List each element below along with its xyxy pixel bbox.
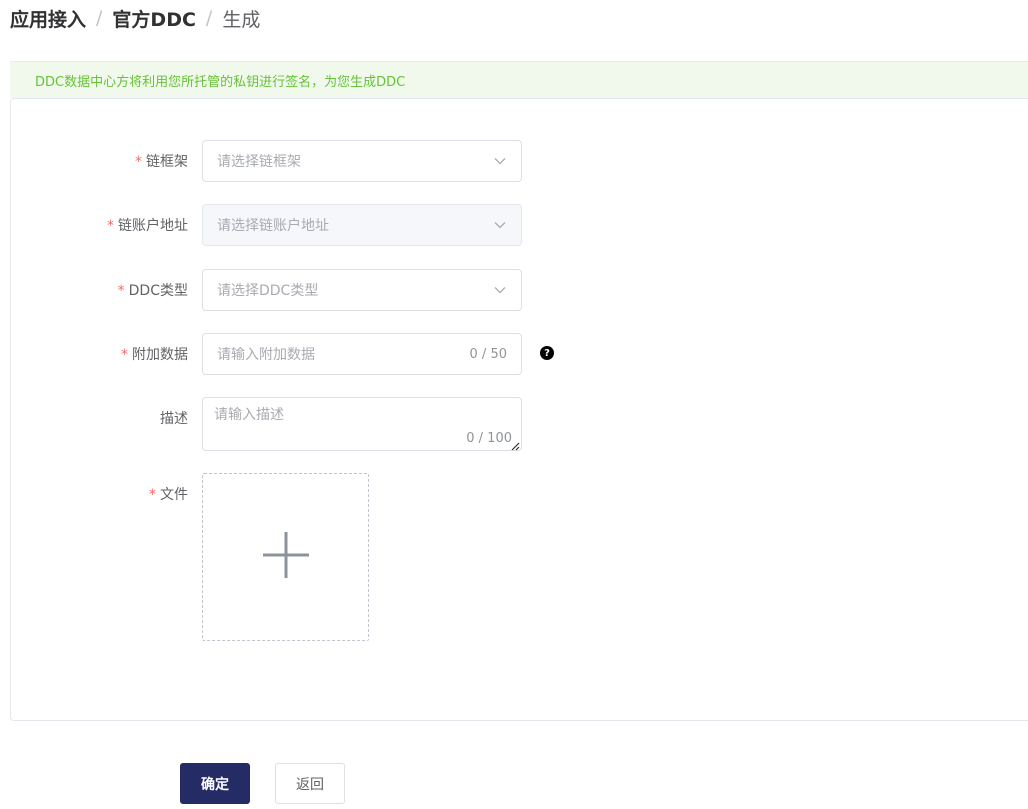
back-label: 返回	[296, 776, 324, 793]
label-text: 链账户地址	[118, 218, 188, 234]
confirm-button[interactable]: 确定	[180, 763, 250, 804]
label-file: * 文件	[149, 484, 188, 504]
resize-handle-icon[interactable]	[510, 439, 520, 451]
info-alert: DDC数据中心方将利用您所托管的私钥进行签名，为您生成DDC	[10, 61, 1028, 98]
back-button[interactable]: 返回	[275, 763, 345, 804]
required-mark: *	[135, 154, 142, 170]
breadcrumb-separator: /	[96, 7, 103, 29]
breadcrumb-separator: /	[205, 7, 213, 29]
required-mark: *	[149, 487, 156, 503]
description-counter: 0 / 100	[466, 431, 512, 446]
chain-account-select[interactable]: 请选择链账户地址	[202, 204, 522, 246]
ddc-type-select[interactable]: 请选择DDC类型	[202, 269, 522, 311]
extra-data-placeholder: 请输入附加数据	[217, 347, 315, 363]
description-placeholder: 请输入描述	[214, 407, 284, 423]
alert-text: DDC数据中心方将利用您所托管的私钥进行签名，为您生成DDC	[35, 74, 406, 90]
label-text: 文件	[160, 487, 188, 503]
label-text: DDC类型	[128, 283, 188, 299]
label-text: 描述	[160, 411, 188, 427]
description-textarea[interactable]: 请输入描述 0 / 100	[202, 397, 522, 451]
label-extra-data: * 附加数据	[121, 344, 188, 364]
chain-framework-placeholder: 请选择链框架	[217, 154, 301, 170]
label-chain-framework: * 链框架	[135, 151, 188, 171]
ddc-type-placeholder: 请选择DDC类型	[217, 283, 319, 299]
chevron-down-icon	[493, 218, 507, 232]
label-text: 附加数据	[132, 347, 188, 363]
breadcrumb-item-official-ddc[interactable]: 官方DDC	[112, 5, 196, 32]
confirm-label: 确定	[201, 776, 229, 793]
label-chain-account: * 链账户地址	[107, 215, 188, 235]
question-circle-icon[interactable]: ?	[540, 346, 554, 360]
chain-account-placeholder: 请选择链账户地址	[217, 218, 329, 234]
required-mark: *	[117, 283, 125, 299]
label-description: 描述	[160, 408, 188, 428]
extra-data-input[interactable]: 请输入附加数据 0 / 50	[202, 333, 522, 375]
breadcrumb-item-app-access[interactable]: 应用接入	[10, 5, 86, 32]
chevron-down-icon	[493, 283, 507, 297]
breadcrumb-item-generate: 生成	[222, 8, 261, 31]
required-mark: *	[107, 218, 114, 234]
required-mark: *	[121, 347, 128, 363]
chain-framework-select[interactable]: 请选择链框架	[202, 140, 522, 182]
chevron-down-icon	[493, 154, 507, 168]
label-ddc-type: * DDC类型	[118, 280, 188, 300]
label-text: 链框架	[146, 154, 188, 170]
breadcrumb: 应用接入 / 官方DDC / 生成	[10, 4, 260, 32]
file-upload-box[interactable]	[202, 473, 369, 641]
extra-data-counter: 0 / 50	[469, 346, 507, 362]
plus-icon	[262, 531, 310, 583]
